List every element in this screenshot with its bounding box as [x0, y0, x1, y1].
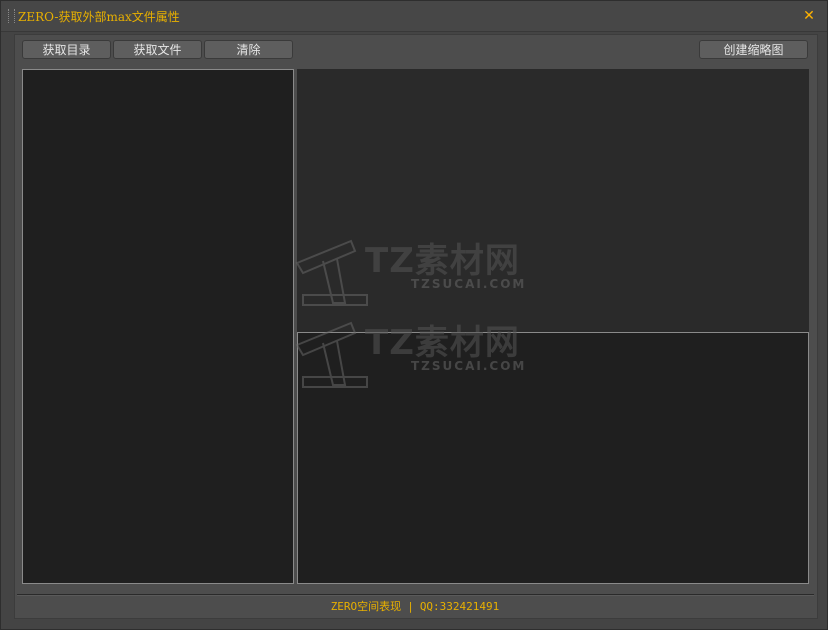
watermark-domain: TZSUCAI.COM [411, 277, 527, 291]
watermark-brand: TZ素材网 [365, 241, 520, 281]
title-bar[interactable]: ZERO-获取外部max文件属性 ✕ [1, 1, 827, 32]
window-title: ZERO-获取外部max文件属性 [18, 10, 180, 24]
clear-button[interactable]: 清除 [204, 40, 293, 59]
footer-qq: QQ:332421491 [419, 600, 500, 613]
watermark-brand: TZ素材网 [365, 323, 520, 363]
footer-separator: | [407, 600, 414, 613]
app-window: ZERO-获取外部max文件属性 ✕ 获取目录 获取文件 清除 创建缩略图 TZ… [0, 0, 828, 630]
footer-brand: ZERO空间表现 [330, 600, 402, 613]
footer-divider [17, 594, 814, 596]
footer: ZERO空间表现 | QQ:332421491 [1, 599, 828, 615]
get-file-button[interactable]: 获取文件 [113, 40, 202, 59]
watermark-logo-icon [295, 239, 368, 306]
file-list-box[interactable] [22, 69, 294, 584]
create-thumbnail-button[interactable]: 创建缩略图 [699, 40, 808, 59]
watermark-top: TZ素材网 TZSUCAI.COM [293, 233, 553, 313]
watermark-logo-icon [295, 321, 368, 388]
watermark-domain: TZSUCAI.COM [411, 359, 527, 373]
close-icon[interactable]: ✕ [802, 9, 816, 23]
get-directory-button[interactable]: 获取目录 [22, 40, 111, 59]
drag-grip-icon[interactable] [8, 9, 15, 23]
watermark-bottom: TZ素材网 TZSUCAI.COM [293, 315, 553, 395]
